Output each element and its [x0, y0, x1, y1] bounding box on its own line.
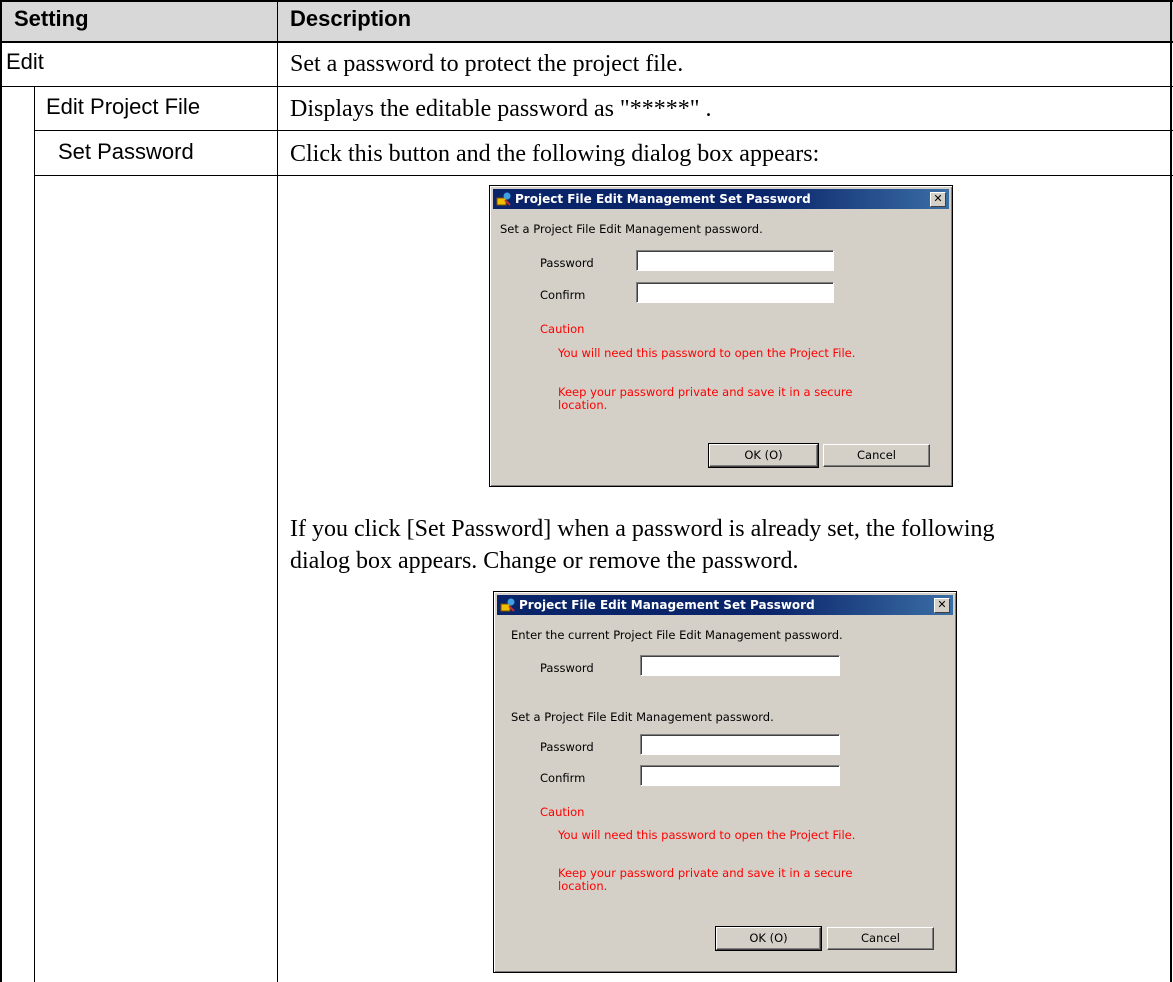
row-divider [0, 86, 1173, 87]
description-set-password-2a: If you click [Set Password] when a passw… [290, 516, 995, 542]
cancel-button[interactable]: Cancel [827, 927, 934, 950]
close-icon[interactable]: ✕ [930, 192, 946, 207]
close-icon[interactable]: ✕ [934, 598, 950, 613]
caution-label: Caution [540, 322, 585, 336]
app-icon [496, 192, 511, 206]
table-border-left [0, 0, 2, 982]
header-description: Description [290, 6, 412, 31]
confirm-label: Confirm [540, 771, 586, 785]
dialog-title: Project File Edit Management Set Passwor… [515, 192, 811, 206]
password-prompt: Set a Project File Edit Management passw… [511, 710, 774, 724]
indent-divider [34, 87, 35, 982]
caution-line-1: You will need this password to open the … [558, 346, 856, 360]
header-divider [0, 41, 1173, 43]
description-edit: Set a password to protect the project fi… [290, 51, 684, 77]
dialog-title-bar[interactable]: Project File Edit Management Set Passwor… [493, 189, 949, 209]
confirm-label: Confirm [540, 288, 586, 302]
caution-label: Caution [540, 805, 585, 819]
change-password-dialog: Project File Edit Management Set Passwor… [493, 591, 957, 973]
current-password-prompt: Enter the current Project File Edit Mana… [511, 628, 843, 642]
caution-line-1: You will need this password to open the … [558, 828, 856, 842]
row-divider [34, 130, 1173, 131]
table-border-top [0, 0, 1173, 2]
cancel-button[interactable]: Cancel [823, 444, 930, 467]
setting-edit-project-file: Edit Project File [46, 94, 201, 119]
description-edit-project-file: Displays the editable password as "*****… [290, 96, 712, 122]
confirm-input[interactable] [640, 765, 840, 786]
header-setting: Setting [14, 6, 89, 31]
ok-button[interactable]: OK (O) [708, 443, 819, 468]
dialog-title: Project File Edit Management Set Passwor… [519, 598, 815, 612]
caution-line-3: location. [558, 879, 608, 893]
current-password-input[interactable] [640, 655, 840, 676]
column-divider [277, 0, 278, 982]
set-password-dialog: Project File Edit Management Set Passwor… [489, 185, 953, 487]
table-header-background [0, 0, 1173, 42]
caution-line-3: location. [558, 398, 608, 412]
description-set-password-2b: dialog box appears. Change or remove the… [290, 548, 799, 574]
row-divider [34, 175, 1173, 176]
description-set-password-1: Click this button and the following dial… [290, 141, 820, 167]
current-password-label: Password [540, 661, 594, 675]
setting-set-password: Set Password [58, 139, 194, 164]
ok-button[interactable]: OK (O) [715, 926, 822, 951]
password-input[interactable] [640, 734, 840, 755]
password-input[interactable] [636, 250, 834, 271]
password-prompt: Set a Project File Edit Management passw… [500, 222, 763, 236]
dialog-title-bar[interactable]: Project File Edit Management Set Passwor… [497, 595, 953, 615]
table-border-right [1170, 0, 1172, 982]
app-icon [500, 598, 515, 612]
confirm-input[interactable] [636, 282, 834, 303]
password-label: Password [540, 740, 594, 754]
password-label: Password [540, 256, 594, 270]
setting-edit: Edit [6, 49, 44, 74]
